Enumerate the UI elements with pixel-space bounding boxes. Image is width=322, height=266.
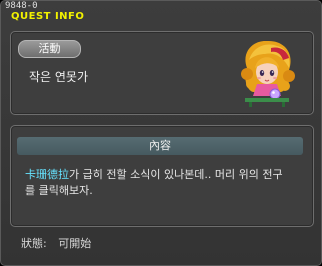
content-text: 卡珊德拉가 급히 전할 소식이 있나본데.. 머리 위의 전구 를 클릭해보자. [25,167,305,199]
quest-id: 9848-0 [5,1,38,11]
window-title: QUEST INFO [11,11,85,22]
quest-name: 작은 연못가 [29,70,89,84]
status-row: 狀態: 可開始 [21,237,91,251]
content-line-2: 를 클릭해보자. [25,184,93,197]
quest-content-panel: 內容 卡珊德拉가 급히 전할 소식이 있나본데.. 머리 위의 전구 를 클릭해… [10,125,314,227]
npc-girl-portrait-icon [241,40,295,107]
npc-name: 卡珊德拉 [25,168,69,181]
content-line-1: 가 급히 전할 소식이 있나본데.. 머리 위의 전구 [69,168,283,181]
quest-summary-panel: 活動 작은 연못가 [10,31,314,115]
content-header: 內容 [17,137,303,155]
quest-info-window: 9848-0 QUEST INFO 活動 작은 연못가 內容 卡珊德拉가 급히 … [0,0,322,266]
status-value: 可開始 [58,237,92,250]
status-label: 狀態: [21,237,47,250]
title-bar[interactable]: 9848-0 QUEST INFO [1,1,321,23]
category-badge: 活動 [18,40,81,58]
